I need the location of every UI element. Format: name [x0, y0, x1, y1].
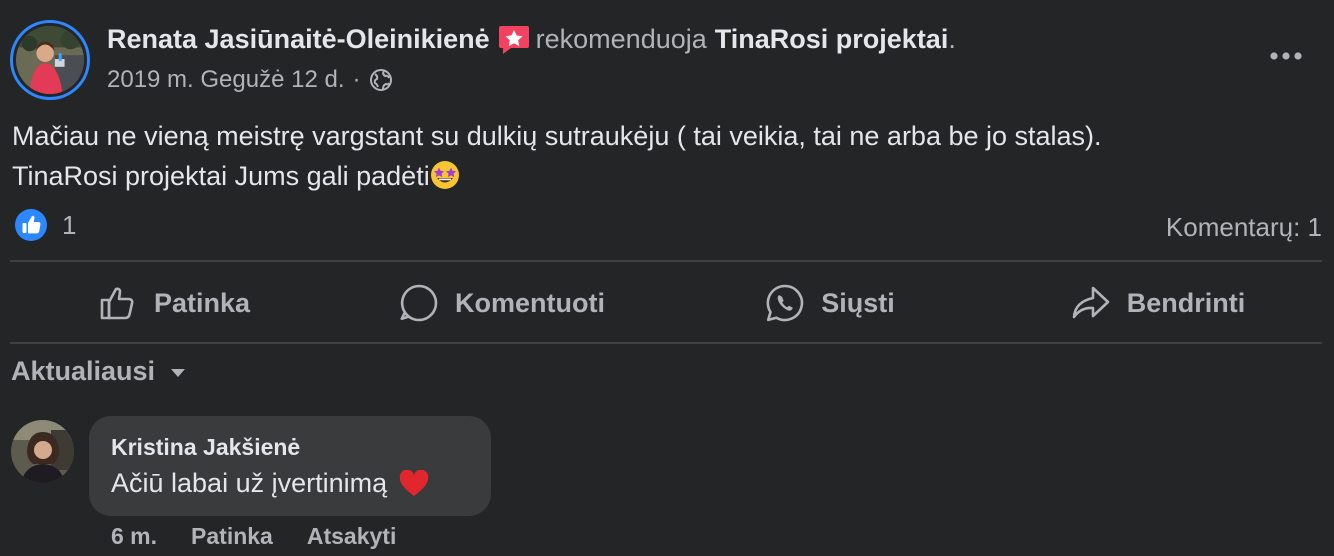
page-name-link[interactable]: TinaRosi projektai	[715, 24, 949, 55]
comment-like-button[interactable]: Patinka	[191, 523, 273, 550]
comment-text: Ačiū labai už įvertinimą	[111, 468, 429, 499]
comment-count-link[interactable]: Komentarų: 1	[1166, 212, 1322, 243]
post-text-line-2: TinaRosi projektai Jums gali padėti	[12, 161, 430, 191]
reactions-summary[interactable]: 1	[14, 208, 76, 242]
send-button[interactable]: Siųsti	[666, 264, 994, 342]
commenter-name[interactable]: Kristina Jakšienė	[111, 434, 300, 461]
comment-bubble: Kristina Jakšienė Ačiū labai už įvertini…	[89, 416, 491, 516]
post-text-line-2-wrap: TinaRosi projektai Jums gali padėti	[12, 156, 1322, 196]
red-heart-icon	[399, 469, 429, 496]
divider-bottom	[10, 342, 1322, 344]
like-count: 1	[62, 209, 77, 240]
comment-bubble-icon	[400, 284, 438, 322]
divider-top	[10, 260, 1322, 262]
author-avatar-image	[16, 26, 84, 94]
commenter-avatar-image	[11, 420, 74, 483]
caret-down-icon	[171, 368, 186, 377]
author-name[interactable]: Renata Jasiūnaitė-Oleinikienė	[107, 24, 490, 55]
recommendation-post: Renata Jasiūnaitė-Oleinikienė rekomenduo…	[0, 0, 1334, 556]
post-text-line-1: Mačiau ne vieną meistrę vargstant su dul…	[12, 121, 1102, 151]
share-arrow-icon	[1072, 286, 1110, 319]
globe-icon	[369, 69, 392, 91]
comment-text-content: Ačiū labai už įvertinimą	[111, 468, 388, 498]
author-avatar[interactable]	[10, 20, 90, 100]
more-dots-icon	[1270, 52, 1302, 60]
comment-reply-button[interactable]: Atsakyti	[307, 523, 396, 550]
like-button[interactable]: Patinka	[10, 264, 338, 342]
share-button[interactable]: Bendrinti	[994, 264, 1322, 342]
post-date[interactable]: 2019 m. Gegužė 12 d.	[107, 66, 345, 94]
post-header: Renata Jasiūnaitė-Oleinikienė rekomenduo…	[107, 24, 956, 55]
comment-label: Komentuoti	[455, 287, 605, 318]
comment-actions: 6 m. Patinka Atsakyti	[111, 523, 430, 550]
whatsapp-icon	[766, 284, 804, 322]
comment-button[interactable]: Komentuoti	[338, 264, 666, 342]
like-label: Patinka	[153, 287, 251, 318]
like-reaction-icon	[15, 209, 47, 241]
send-label: Siųsti	[821, 287, 895, 318]
share-label: Bendrinti	[1126, 287, 1246, 318]
commenter-avatar[interactable]	[11, 420, 74, 483]
meta-separator: ·	[352, 66, 361, 93]
action-bar: Patinka Komentuoti Siųsti Bendrinti	[10, 264, 1322, 342]
star-struck-emoji-icon	[430, 161, 459, 189]
thumbs-up-icon	[100, 287, 134, 320]
sort-label: Aktualiausi	[11, 356, 156, 386]
post-meta: 2019 m. Gegužė 12 d. ·	[107, 66, 393, 94]
more-options-button[interactable]	[1266, 42, 1306, 70]
post-text: Mačiau ne vieną meistrę vargstant su dul…	[12, 116, 1322, 196]
recommends-text: rekomenduoja	[535, 24, 707, 54]
comment-time[interactable]: 6 m.	[111, 523, 157, 550]
recommend-star-icon	[498, 25, 529, 54]
comment-sort-dropdown[interactable]: Aktualiausi	[11, 356, 189, 387]
header-period: .	[948, 24, 956, 54]
